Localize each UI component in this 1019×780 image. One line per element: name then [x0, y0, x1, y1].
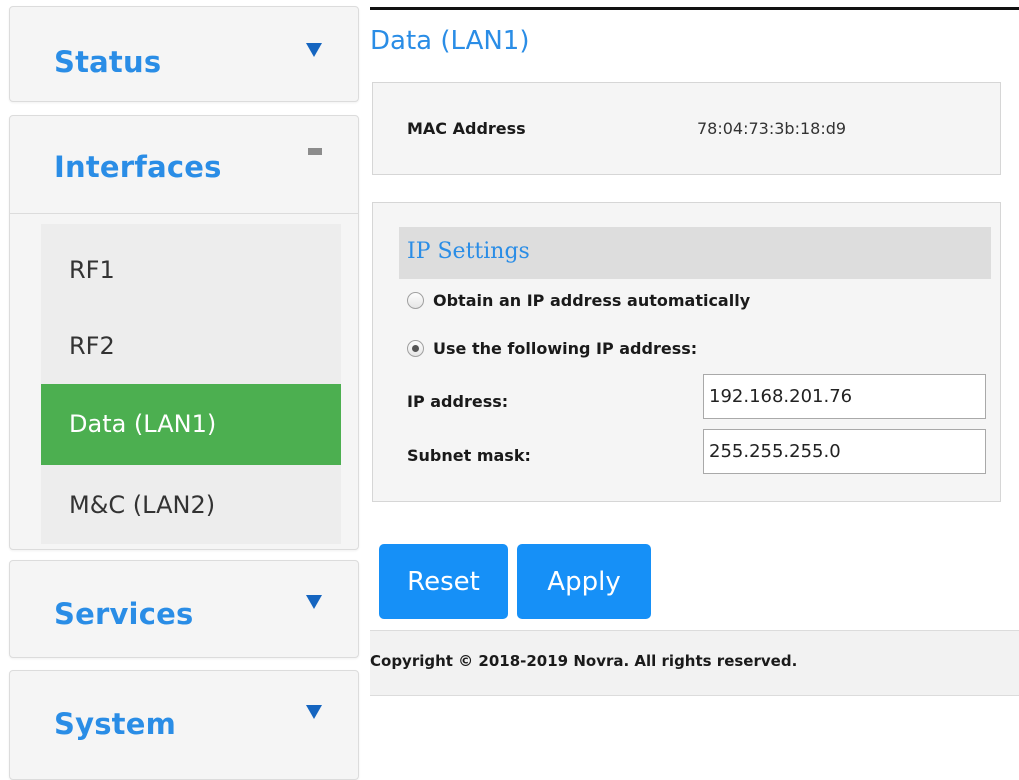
- radio-obtain-auto-label[interactable]: Obtain an IP address automatically: [433, 291, 750, 310]
- services-panel-header[interactable]: Services: [10, 561, 358, 657]
- subnet-mask-field[interactable]: [703, 429, 986, 474]
- mac-address-value: 78:04:73:3b:18:d9: [697, 119, 847, 138]
- top-divider: [370, 7, 1019, 10]
- expand-arrow-icon[interactable]: [306, 43, 322, 57]
- interfaces-panel-header[interactable]: Interfaces: [10, 116, 358, 212]
- system-panel-header[interactable]: System: [10, 671, 358, 767]
- ip-settings-heading: IP Settings: [407, 239, 530, 264]
- radio-use-static-row[interactable]: Use the following IP address:: [407, 337, 697, 359]
- expand-arrow-icon[interactable]: [306, 595, 322, 609]
- ip-settings-box: IP Settings Obtain an IP address automat…: [372, 202, 1001, 502]
- mac-address-label: MAC Address: [407, 119, 526, 138]
- status-panel[interactable]: Status: [9, 6, 359, 102]
- footer: Copyright © 2018-2019 Novra. All rights …: [370, 630, 1019, 696]
- radio-obtain-auto[interactable]: [407, 291, 424, 309]
- reset-button[interactable]: Reset: [379, 544, 508, 619]
- sidebar-item-rf2[interactable]: RF2: [41, 306, 341, 386]
- ip-settings-header: IP Settings: [399, 227, 991, 279]
- ip-address-field[interactable]: [703, 374, 986, 419]
- apply-button[interactable]: Apply: [517, 544, 651, 619]
- expand-arrow-icon[interactable]: [306, 705, 322, 719]
- sidebar-item-rf1[interactable]: RF1: [41, 230, 341, 310]
- interfaces-submenu: RF1 RF2 Data (LAN1) M&C (LAN2): [41, 224, 341, 544]
- services-panel[interactable]: Services: [9, 560, 359, 658]
- radio-obtain-auto-row[interactable]: Obtain an IP address automatically: [407, 289, 750, 311]
- system-panel-title[interactable]: System: [54, 707, 176, 741]
- main-content: Data (LAN1) MAC Address 78:04:73:3b:18:d…: [370, 0, 1019, 767]
- interfaces-panel-title[interactable]: Interfaces: [54, 150, 222, 184]
- collapse-icon[interactable]: [308, 148, 322, 155]
- system-panel[interactable]: System: [9, 670, 359, 780]
- interfaces-panel: Interfaces RF1 RF2 Data (LAN1) M&C (LAN2…: [9, 115, 359, 550]
- sidebar: Status Interfaces RF1 RF2 Data (LAN1) M&…: [9, 0, 359, 780]
- mac-address-box: MAC Address 78:04:73:3b:18:d9: [372, 82, 1001, 175]
- divider: [10, 213, 358, 214]
- status-panel-title[interactable]: Status: [54, 45, 161, 79]
- page-title: Data (LAN1): [370, 26, 530, 56]
- ip-address-label: IP address:: [407, 392, 509, 411]
- copyright-text: Copyright © 2018-2019 Novra. All rights …: [370, 652, 798, 670]
- radio-use-static[interactable]: [407, 339, 424, 357]
- radio-use-static-label[interactable]: Use the following IP address:: [433, 339, 697, 358]
- sidebar-item-mc-lan2[interactable]: M&C (LAN2): [41, 465, 341, 545]
- sidebar-item-data-lan1[interactable]: Data (LAN1): [41, 384, 341, 465]
- services-panel-title[interactable]: Services: [54, 597, 193, 631]
- subnet-mask-label: Subnet mask:: [407, 446, 531, 465]
- status-panel-header[interactable]: Status: [10, 7, 358, 103]
